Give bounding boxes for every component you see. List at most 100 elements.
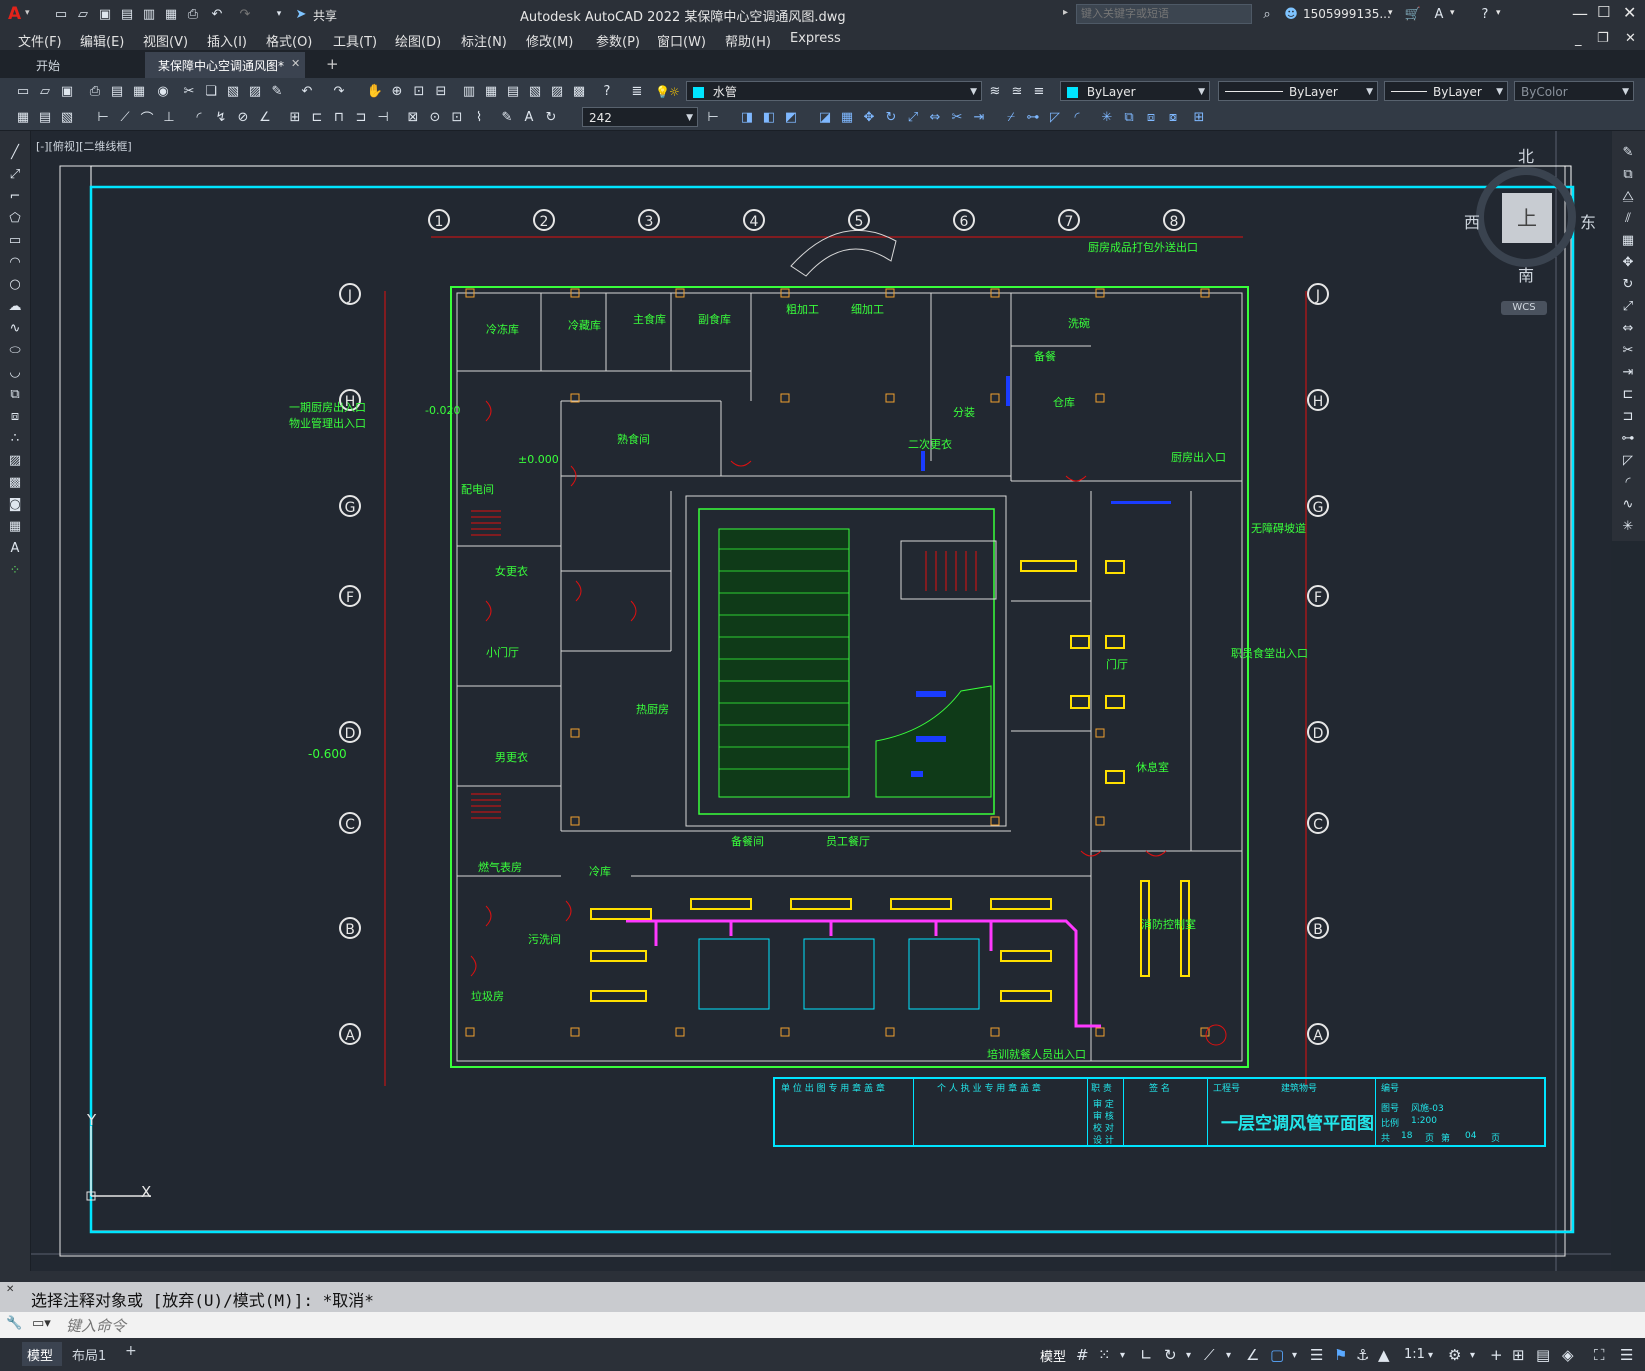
menu-dimension[interactable]: 标注(N) — [461, 31, 507, 50]
dim-arc-icon[interactable]: ⌒ — [138, 108, 156, 127]
dim-style-manager-icon[interactable]: ⊢ — [704, 108, 722, 126]
quick-properties-icon[interactable]: ▤ — [1536, 1346, 1550, 1364]
undo-icon[interactable]: ↶ — [208, 5, 226, 23]
autodesk-a360-icon[interactable]: A — [1430, 5, 1448, 23]
send-back-icon[interactable]: ⧇ — [1164, 108, 1182, 126]
user-dropdown-icon[interactable]: ▾ — [1388, 8, 1393, 18]
user-icon[interactable]: ☻ — [1282, 5, 1300, 23]
doc-minimize-icon[interactable]: _ — [1575, 32, 1582, 47]
spline-icon[interactable]: ∿ — [6, 319, 24, 337]
menu-file[interactable]: 文件(F) — [18, 31, 62, 50]
block-editor-icon[interactable]: ✎ — [268, 82, 286, 100]
point-icon[interactable]: ∴ — [6, 429, 24, 447]
help-search-input[interactable] — [1076, 4, 1252, 24]
cart-icon[interactable]: 🛒 — [1404, 5, 1422, 23]
user-name[interactable]: 1505999135... — [1303, 7, 1391, 21]
open-web-icon[interactable]: ▥ — [140, 5, 158, 23]
menu-help[interactable]: 帮助(H) — [725, 31, 771, 50]
doc-close-icon[interactable]: ✕ — [1625, 31, 1636, 46]
dim-angular-icon[interactable]: ∠ — [256, 108, 274, 126]
close-window-icon[interactable]: ✕ — [1623, 3, 1636, 22]
menu-express[interactable]: Express — [790, 31, 841, 46]
drawing-canvas[interactable]: [-][俯视][二维线框] 1 2 3 4 5 6 7 8 J H G F D … — [31, 131, 1611, 1271]
move-icon[interactable]: ✥ — [860, 108, 878, 126]
arc-icon[interactable]: ◠ — [6, 253, 24, 271]
right-extend-icon[interactable]: ⇥ — [1619, 363, 1637, 381]
ortho-icon[interactable]: ∟ — [1140, 1346, 1153, 1364]
zoom-window-icon[interactable]: ⊡ — [410, 82, 428, 100]
construction-line-icon[interactable]: ⤢ — [6, 165, 24, 183]
layer-properties-icon[interactable]: ≣ — [628, 82, 646, 100]
clean-screen-icon[interactable]: ⛶ — [1594, 1346, 1605, 1364]
right-mirror-icon[interactable]: ⧋ — [1619, 187, 1637, 205]
a360-dropdown-icon[interactable]: ▾ — [1450, 8, 1455, 18]
quick-access-dropdown-icon[interactable]: ▾ — [270, 5, 288, 23]
tab-start[interactable]: 开始 — [22, 52, 142, 76]
menu-window[interactable]: 窗口(W) — [657, 31, 706, 50]
right-offset-icon[interactable]: ⫽ — [1619, 209, 1637, 227]
share-icon[interactable]: ➤ — [292, 5, 310, 23]
draw-table-icon[interactable]: ▦ — [6, 517, 24, 535]
gradient-icon[interactable]: ▩ — [6, 473, 24, 491]
layout-tab-model[interactable]: 模型 — [22, 1342, 62, 1366]
inspect-icon[interactable]: ⊡ — [448, 108, 466, 126]
draworder-icon[interactable]: ⧉ — [1120, 108, 1138, 126]
save-web-icon[interactable]: ▦ — [162, 5, 180, 23]
color-dropdown[interactable]: ByLayer ▼ — [1060, 81, 1210, 101]
layer-walk-icon[interactable]: ▧ — [58, 108, 76, 126]
annotation-scale-value[interactable]: 1:1 — [1404, 1347, 1425, 1362]
region-icon[interactable]: ◙ — [6, 495, 24, 513]
command-close-icon[interactable]: ✕ — [6, 1284, 14, 1295]
paste-icon[interactable]: ▧ — [224, 82, 242, 100]
right-stretch-icon[interactable]: ⇔ — [1619, 319, 1637, 337]
annotation-visibility-icon[interactable]: ⚑ — [1334, 1346, 1347, 1364]
help-icon[interactable]: ? — [1476, 5, 1494, 23]
right-break-point-icon[interactable]: ⊏ — [1619, 385, 1637, 403]
tab-active-drawing[interactable]: 某保障中心空调通风图* ✕ — [145, 52, 305, 78]
tool-palettes-icon[interactable]: ▤ — [504, 82, 522, 100]
menu-format[interactable]: 格式(O) — [266, 31, 312, 50]
right-array-icon[interactable]: ▦ — [1619, 231, 1637, 249]
share-button[interactable]: 共享 — [313, 7, 337, 24]
menu-tools[interactable]: 工具(T) — [333, 31, 377, 50]
offset-icon[interactable]: ◪ — [816, 108, 834, 126]
menu-edit[interactable]: 编辑(E) — [80, 31, 124, 50]
search-icon[interactable]: ⌕ — [1258, 5, 1276, 23]
grid-icon[interactable]: # — [1076, 1346, 1089, 1364]
make-block-icon[interactable]: ⧈ — [6, 407, 24, 425]
autocad-logo-icon[interactable]: A — [8, 4, 21, 24]
dim-radius-icon[interactable]: ◜ — [190, 108, 208, 126]
toolbar-redo-icon[interactable]: ↷ — [330, 82, 348, 100]
publish-icon[interactable]: ▦ — [130, 82, 148, 100]
qsave-icon[interactable]: ▣ — [58, 82, 76, 100]
snap-dropdown-icon[interactable]: ▾ — [1120, 1350, 1125, 1361]
osnap-icon[interactable]: ▢ — [1270, 1346, 1284, 1364]
maximize-icon[interactable]: ☐ — [1597, 3, 1610, 21]
otrack-icon[interactable]: ∠ — [1246, 1346, 1259, 1364]
right-erase-icon[interactable]: ✎ — [1619, 143, 1637, 161]
minimize-icon[interactable]: — — [1572, 4, 1588, 23]
layout-tab-layout1[interactable]: 布局1 — [68, 1342, 116, 1366]
dim-jogged-icon[interactable]: ↯ — [212, 108, 230, 126]
fillet-icon[interactable]: ◜ — [1068, 108, 1086, 126]
insert-block-icon[interactable]: ⧉ — [6, 385, 24, 403]
right-join-icon[interactable]: ⊶ — [1619, 429, 1637, 447]
dim-update-icon[interactable]: ↻ — [542, 108, 560, 126]
copy-object-icon[interactable]: ◧ — [760, 108, 778, 126]
right-chamfer-icon[interactable]: ◸ — [1619, 451, 1637, 469]
polygon-icon[interactable]: ⬠ — [6, 209, 24, 227]
polar-dropdown-icon[interactable]: ▾ — [1186, 1350, 1191, 1361]
dim-space-icon[interactable]: ⊐ — [352, 108, 370, 126]
dim-diameter-icon[interactable]: ⊘ — [234, 108, 252, 126]
dim-edit-icon[interactable]: ✎ — [498, 108, 516, 126]
plotstyle-dropdown[interactable]: ByColor ▼ — [1514, 81, 1634, 101]
bring-front-icon[interactable]: ⧈ — [1142, 108, 1160, 126]
toolbar-help-icon[interactable]: ? — [598, 82, 616, 100]
rotate-icon[interactable]: ↻ — [882, 108, 900, 126]
print-icon[interactable]: ⎙ — [86, 82, 104, 100]
dim-text-edit-icon[interactable]: A — [520, 108, 538, 126]
viewcube-west[interactable]: 西 — [1464, 209, 1480, 233]
right-explode-icon[interactable]: ✳ — [1619, 517, 1637, 535]
center-mark-icon[interactable]: ⊙ — [426, 108, 444, 126]
annotation-scale-icon[interactable]: ▲ — [1378, 1346, 1390, 1364]
